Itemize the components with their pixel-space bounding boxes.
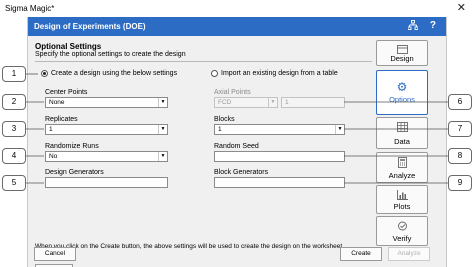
callout-connectors [26, 73, 448, 184]
app-window: Sigma Magic* ✕ Design of Experiments (DO… [0, 0, 474, 267]
